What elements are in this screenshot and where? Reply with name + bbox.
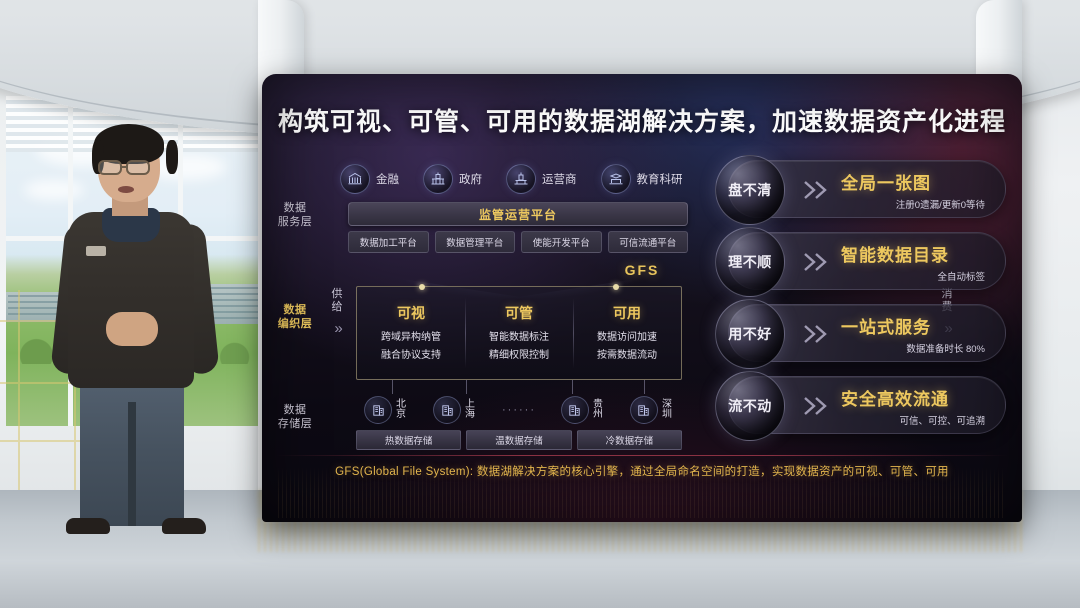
- industry-item-government[interactable]: 政府: [423, 164, 482, 194]
- solution-detail: 全自动标签: [937, 272, 985, 283]
- fabric-column-line2: 按需数据流动: [597, 349, 657, 361]
- fabric-column-line2: 融合协议支持: [381, 349, 441, 361]
- city-label: 深 圳: [661, 398, 672, 420]
- layer-label-fabric: 数据 编织层: [277, 304, 313, 330]
- ellipsis-label: ······: [502, 404, 536, 416]
- outcome-row-2[interactable]: 理不顺 智能数据目录 全自动标签: [715, 227, 1006, 297]
- supply-side-label: 供 给 »: [324, 288, 350, 338]
- building-icon: [364, 396, 392, 424]
- glasses-icon: [98, 160, 122, 175]
- industry-label: 运营商: [542, 174, 577, 186]
- problem-label: 流不动: [728, 398, 772, 414]
- fabric-layer-box: 可视 跨域异构纳管 融合协议支持 可管 智能数据标注 精细权限控制 可用 数据访…: [356, 284, 682, 380]
- problem-label: 理不顺: [728, 254, 772, 270]
- presentation-screen: 构筑可视、可管、可用的数据湖解决方案，加速数据资产化进程 数据 服务层 数据 编…: [262, 74, 1022, 522]
- industry-label: 金融: [376, 174, 399, 186]
- floor-reflection-detail: [258, 518, 1022, 552]
- storage-tier-row: 热数据存储 温数据存储 冷数据存储: [356, 430, 682, 450]
- solution-detail: 数据准备时长 80%: [906, 344, 985, 355]
- problem-sphere: 用不好: [715, 299, 785, 369]
- city-item-shanghai[interactable]: 上 海: [433, 396, 477, 424]
- outcome-row-3[interactable]: 用不好 一站式服务 数据准备时长 80%: [715, 299, 1006, 369]
- glasses-icon: [126, 160, 150, 175]
- platform-cell[interactable]: 使能开发平台: [521, 231, 602, 253]
- footer-text: GFS(Global File System): 数据湖解决方案的核心引擎，通过…: [335, 466, 949, 478]
- solution-label: 全局一张图: [841, 174, 931, 193]
- layer-label-service: 数据 服务层: [277, 202, 313, 228]
- problem-label: 盘不清: [728, 182, 772, 198]
- building-icon: [433, 396, 461, 424]
- presenter-badge: [86, 246, 106, 256]
- outcome-row-4[interactable]: 流不动 安全高效流通 可信、可控、可追溯: [715, 371, 1006, 441]
- building-icon: [560, 396, 589, 424]
- solution-detail: 注册0遗漏/更新0等待: [895, 200, 985, 211]
- solution-label: 安全高效流通: [841, 390, 949, 409]
- outcome-list: 盘不清 全局一张图 注册0遗漏/更新0等待 理不顺 智能数据目录 全自动标签 用…: [715, 155, 1006, 448]
- platform-row: 数据加工平台 数据管理平台 使能开发平台 可信流通平台: [348, 231, 688, 253]
- storage-tier-cold[interactable]: 冷数据存储: [576, 430, 682, 450]
- city-item-shenzhen[interactable]: 深 圳: [629, 396, 674, 424]
- building-icon: [629, 396, 658, 424]
- problem-label: 用不好: [728, 326, 772, 342]
- industry-item-operator[interactable]: 运营商: [506, 164, 577, 194]
- platform-cell[interactable]: 数据加工平台: [348, 231, 429, 253]
- fabric-column-visible[interactable]: 可视 跨域异构纳管 融合协议支持: [357, 287, 465, 379]
- chevron-right-icon: »: [334, 320, 342, 338]
- layer-label-storage: 数据 存储层: [277, 404, 313, 430]
- chevron-right-icon: [801, 177, 833, 203]
- outcome-row-1[interactable]: 盘不清 全局一张图 注册0遗漏/更新0等待: [715, 155, 1006, 225]
- fabric-column-heading: 可用: [613, 305, 641, 321]
- city-label: 北 京: [396, 398, 406, 420]
- platform-cell[interactable]: 数据管理平台: [434, 231, 515, 253]
- industry-label: 政府: [459, 174, 482, 186]
- problem-sphere: 流不动: [715, 371, 785, 441]
- chevron-right-icon: [801, 321, 833, 347]
- presenter: [40, 120, 230, 550]
- solution-label: 智能数据目录: [841, 246, 949, 265]
- fabric-column-usable[interactable]: 可用 数据访问加速 按需数据流动: [573, 287, 681, 379]
- city-label: 上 海: [465, 398, 475, 420]
- fabric-column-line1: 数据访问加速: [597, 332, 657, 343]
- solution-detail: 可信、可控、可追溯: [899, 416, 985, 427]
- government-icon: [423, 164, 453, 194]
- industry-item-finance[interactable]: 金融: [340, 164, 399, 194]
- chevron-right-icon: [801, 249, 833, 275]
- fabric-column-line1: 智能数据标注: [489, 332, 549, 343]
- city-item-beijing[interactable]: 北 京: [364, 396, 408, 424]
- education-icon: [600, 164, 631, 194]
- storage-tier-hot[interactable]: 热数据存储: [356, 430, 462, 450]
- bank-icon: [340, 164, 370, 194]
- industry-label: 教育科研: [636, 174, 683, 186]
- city-item-guizhou[interactable]: 贵 州: [560, 396, 605, 424]
- fabric-column-line2: 精细权限控制: [489, 349, 549, 361]
- supervision-platform-bar[interactable]: 监管运营平台: [348, 202, 688, 226]
- problem-sphere: 盘不清: [715, 155, 785, 225]
- city-row: 北 京 上 海 ······ 贵 州 深 圳: [356, 392, 682, 428]
- fabric-column-heading: 可管: [505, 305, 533, 321]
- platform-cell[interactable]: 可信流通平台: [607, 231, 688, 253]
- fabric-column-manageable[interactable]: 可管 智能数据标注 精细权限控制: [465, 287, 573, 379]
- solution-label: 一站式服务: [841, 318, 931, 337]
- storage-tier-warm[interactable]: 温数据存储: [466, 430, 572, 450]
- footer: GFS(Global File System): 数据湖解决方案的核心引擎，通过…: [262, 456, 1022, 486]
- slide-title: 构筑可视、可管、可用的数据湖解决方案，加速数据资产化进程: [277, 108, 1006, 136]
- industry-item-education[interactable]: 教育科研: [600, 164, 683, 194]
- industry-row: 金融 政府 运营商 教育科研: [340, 162, 720, 196]
- city-label: 贵 州: [592, 398, 603, 420]
- supervision-platform-label: 监管运营平台: [478, 207, 557, 222]
- problem-sphere: 理不顺: [715, 227, 785, 297]
- chevron-right-icon: [801, 393, 833, 419]
- operator-icon: [506, 164, 536, 194]
- fabric-column-line1: 跨域异构纳管: [381, 332, 441, 343]
- fabric-column-heading: 可视: [397, 305, 425, 321]
